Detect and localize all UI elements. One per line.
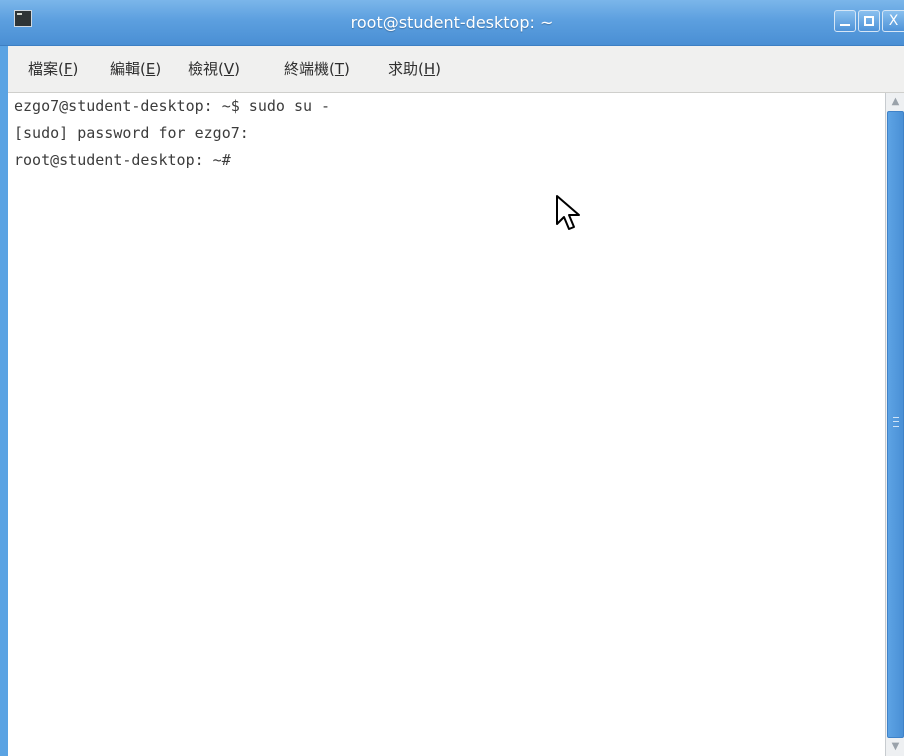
menu-help[interactable]: 求助(H) [388,46,441,92]
scroll-down-icon[interactable]: ▼ [887,740,904,754]
menu-edit-tail: ) [155,60,162,78]
menu-file-tail: ) [72,60,79,78]
menu-edit-accel: E [145,60,156,78]
menu-file[interactable]: 檔案(F) [28,46,78,92]
menu-terminal-label: 終端機( [284,60,335,78]
minimize-button[interactable] [834,10,856,32]
close-icon: X [888,13,899,29]
maximize-button[interactable] [858,10,880,32]
menu-help-label: 求助( [388,60,424,78]
close-button[interactable]: X [882,10,904,32]
menu-edit[interactable]: 編輯(E) [110,46,161,92]
menu-help-accel: H [423,60,436,78]
terminal-line: ezgo7@student-desktop: ~$ sudo su - [14,97,331,115]
menu-bar: 檔案(F) 編輯(E) 檢視(V) 終端機(T) 求助(H) [8,46,904,93]
minimize-icon [840,24,850,26]
menu-file-accel: F [63,60,73,78]
window-title: root@student-desktop: ~ [350,13,554,32]
title-bar[interactable]: root@student-desktop: ~ X [0,0,904,46]
grip-icon [893,417,899,427]
mouse-pointer-icon [556,195,580,230]
menu-view[interactable]: 檢視(V) [188,46,240,92]
menu-terminal-tail: ) [344,60,350,78]
menu-view-accel: V [223,60,235,78]
vertical-scrollbar[interactable]: ▲ ▼ [885,93,904,756]
terminal-line: root@student-desktop: ~# [14,151,231,169]
maximize-icon [864,16,874,26]
scroll-up-icon[interactable]: ▲ [887,95,904,109]
menu-view-tail: ) [234,60,240,78]
terminal-line: [sudo] password for ezgo7: [14,124,249,142]
menu-terminal[interactable]: 終端機(T) [284,46,350,92]
menu-edit-label: 編輯( [110,60,146,78]
scrollbar-thumb[interactable] [887,111,904,738]
menu-help-tail: ) [435,60,441,78]
menu-terminal-accel: T [334,60,345,78]
menu-file-label: 檔案( [28,60,64,78]
menu-view-label: 檢視( [188,60,224,78]
terminal-output[interactable]: ezgo7@student-desktop: ~$ sudo su - [sud… [8,93,885,756]
